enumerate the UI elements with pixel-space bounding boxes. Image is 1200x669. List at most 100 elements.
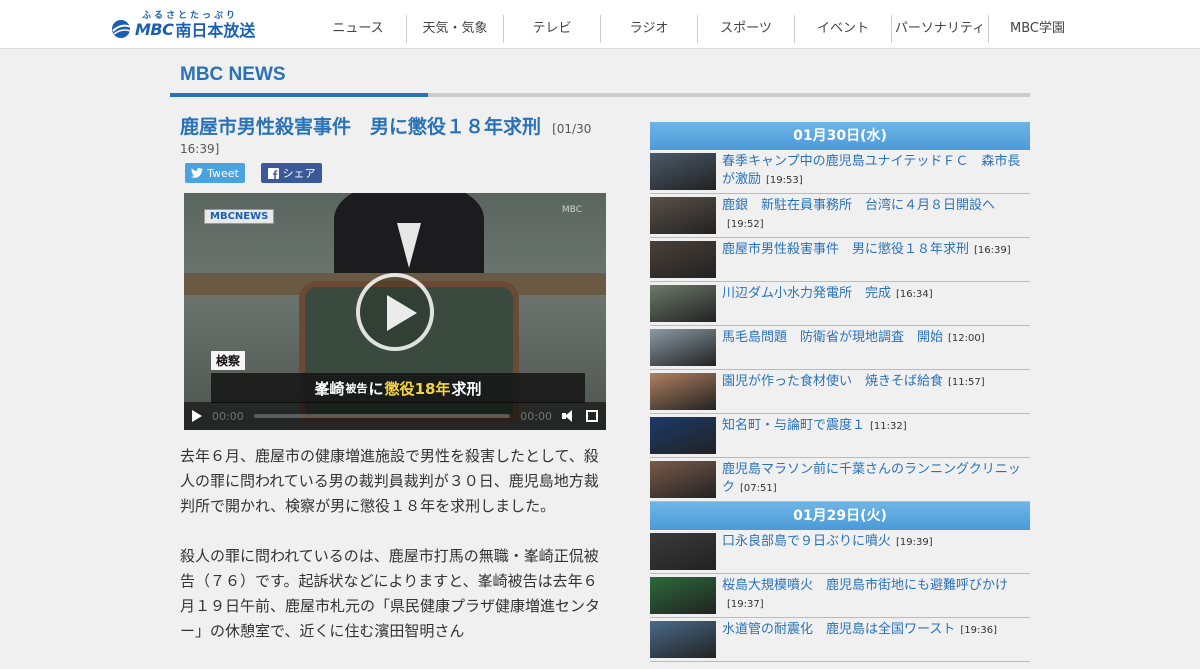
control-play-icon[interactable]	[192, 410, 202, 422]
news-list-item[interactable]: 鹿児島マラソン前に千葉さんのランニングクリニック [07:51]	[650, 458, 1030, 502]
caption-small: 被告	[345, 382, 368, 395]
caption-end: 求刑	[451, 379, 482, 398]
play-icon	[387, 295, 417, 331]
video-current-time: 00:00	[212, 409, 244, 423]
news-list-item[interactable]: 鹿銀 新駐在員事務所 台湾に４月８日開設へ [19:52]	[650, 194, 1030, 238]
nav-personality[interactable]: パーソナリティ	[892, 15, 989, 43]
nav-tv[interactable]: テレビ	[504, 15, 601, 43]
news-title: 馬毛島問題 防衛省が現地調査 開始	[722, 330, 944, 345]
news-time: [11:57]	[948, 377, 985, 388]
caption-mid: に	[368, 379, 384, 398]
news-title-link[interactable]: 鹿児島マラソン前に千葉さんのランニングクリニック [07:51]	[722, 461, 1030, 498]
news-list-item[interactable]: 桜島大規模噴火 鹿児島市街地にも避難呼びかけ [19:37]	[650, 574, 1030, 618]
video-caption-label: 検察	[211, 351, 246, 370]
news-title: 口永良部島で９日ぶりに噴火	[722, 534, 892, 549]
nav-sports[interactable]: スポーツ	[698, 15, 795, 43]
news-time: [16:34]	[896, 289, 933, 300]
news-time: [19:52]	[727, 219, 764, 230]
nav-events[interactable]: イベント	[795, 15, 892, 43]
news-title-link[interactable]: 桜島大規模噴火 鹿児島市街地にも避難呼びかけ [19:37]	[722, 577, 1030, 614]
news-list: 春季キャンプ中の鹿児島ユナイテッドＦＣ 森市長が激励 [19:53] 鹿銀 新駐在員…	[650, 150, 1030, 502]
section-divider	[170, 93, 1030, 97]
news-thumbnail[interactable]	[650, 417, 716, 454]
article-body: 去年６月、鹿屋市の健康増進施設で男性を殺害したとして、殺人の罪に問われている男の…	[180, 444, 604, 669]
news-time: [19:39]	[896, 537, 933, 548]
nav-radio[interactable]: ラジオ	[601, 15, 698, 43]
news-time: [19:37]	[727, 599, 764, 610]
nav-weather[interactable]: 天気・気象	[407, 15, 504, 43]
article-title: 鹿屋市男性殺害事件 男に懲役１８年求刑	[180, 116, 542, 138]
news-time: [19:53]	[766, 175, 803, 186]
news-title: 園児が作った食材使い 焼きそば給食	[722, 374, 944, 389]
news-thumbnail[interactable]	[650, 241, 716, 278]
nav-mbc-school[interactable]: MBC学園	[989, 15, 1086, 43]
news-title-link[interactable]: 知名町・与論町で震度１ [11:32]	[722, 417, 907, 454]
tweet-label: Tweet	[207, 166, 239, 180]
facebook-icon	[267, 167, 279, 179]
video-player[interactable]: MBCNEWS MBC 検察 峯崎 被告 に 懲役18年 求刑 00:00 00…	[184, 193, 606, 430]
news-title-link[interactable]: 春季キャンプ中の鹿児島ユナイテッドＦＣ 森市長が激励 [19:53]	[722, 153, 1030, 190]
news-list-item[interactable]: 水道管の耐震化 鹿児島は全国ワースト [19:36]	[650, 618, 1030, 662]
news-time: [19:36]	[960, 625, 997, 636]
logo-brand: MBC	[135, 19, 174, 39]
news-list-item[interactable]: 鹿屋市男性殺害事件 男に懲役１８年求刑 [16:39]	[650, 238, 1030, 282]
news-title: 知名町・与論町で震度１	[722, 418, 866, 433]
news-title-link[interactable]: 鹿銀 新駐在員事務所 台湾に４月８日開設へ [19:52]	[722, 197, 1030, 234]
article-paragraph: 去年６月、鹿屋市の健康増進施設で男性を殺害したとして、殺人の罪に問われている男の…	[180, 447, 599, 515]
news-thumbnail[interactable]	[650, 621, 716, 658]
news-sidebar: 01月30日(水) 春季キャンプ中の鹿児島ユナイテッドＦＣ 森市長が激励 [19:…	[650, 122, 1030, 662]
news-thumbnail[interactable]	[650, 329, 716, 366]
news-thumbnail[interactable]	[650, 461, 716, 498]
article-header: 鹿屋市男性殺害事件 男に懲役１８年求刑 [01/30 16:39]	[180, 116, 600, 157]
news-title: 桜島大規模噴火 鹿児島市街地にも避難呼びかけ	[722, 578, 1009, 593]
volume-icon[interactable]	[562, 410, 576, 422]
news-list-item[interactable]: 川辺ダム小水力発電所 完成 [16:34]	[650, 282, 1030, 326]
news-title-link[interactable]: 園児が作った食材使い 焼きそば給食 [11:57]	[722, 373, 985, 410]
caption-highlight: 懲役18年	[384, 379, 451, 398]
section-title: MBC NEWS	[180, 64, 286, 85]
news-time: [11:32]	[870, 421, 907, 432]
news-title-link[interactable]: 川辺ダム小水力発電所 完成 [16:34]	[722, 285, 933, 322]
mbc-logo-icon	[112, 20, 132, 38]
news-thumbnail[interactable]	[650, 577, 716, 614]
news-list-item[interactable]: 馬毛島問題 防衛省が現地調査 開始 [12:00]	[650, 326, 1030, 370]
news-list-item[interactable]: 知名町・与論町で震度１ [11:32]	[650, 414, 1030, 458]
news-title-link[interactable]: 水道管の耐震化 鹿児島は全国ワースト [19:36]	[722, 621, 997, 658]
share-label: シェア	[282, 167, 316, 180]
news-list-item[interactable]: 口永良部島で９日ぶりに噴火 [19:39]	[650, 530, 1030, 574]
share-buttons: Tweet シェア	[185, 163, 322, 183]
video-controls: 00:00 00:00	[184, 402, 606, 430]
news-title: 鹿屋市男性殺害事件 男に懲役１８年求刑	[722, 242, 970, 257]
news-thumbnail[interactable]	[650, 153, 716, 190]
news-title: 川辺ダム小水力発電所 完成	[722, 286, 892, 301]
fullscreen-icon[interactable]	[586, 410, 598, 422]
section-divider-accent	[170, 93, 428, 97]
news-thumbnail[interactable]	[650, 533, 716, 570]
news-thumbnail[interactable]	[650, 285, 716, 322]
date-header: 01月30日(水)	[650, 122, 1030, 150]
big-play-button[interactable]	[356, 273, 434, 351]
news-thumbnail[interactable]	[650, 373, 716, 410]
news-time: [07:51]	[740, 483, 777, 494]
news-list-item[interactable]: 春季キャンプ中の鹿児島ユナイテッドＦＣ 森市長が激励 [19:53]	[650, 150, 1030, 194]
logo-name: 南日本放送	[175, 21, 256, 40]
date-header: 01月29日(火)	[650, 502, 1030, 530]
news-time: [16:39]	[974, 245, 1011, 256]
tweet-button[interactable]: Tweet	[185, 163, 245, 183]
news-list: 口永良部島で９日ぶりに噴火 [19:39] 桜島大規模噴火 鹿児島市街地にも避難呼び…	[650, 530, 1030, 662]
facebook-share-button[interactable]: シェア	[261, 163, 322, 183]
news-list-item[interactable]: 園児が作った食材使い 焼きそば給食 [11:57]	[650, 370, 1030, 414]
news-title-link[interactable]: 鹿屋市男性殺害事件 男に懲役１８年求刑 [16:39]	[722, 241, 1011, 278]
nav-news[interactable]: ニュース	[310, 15, 407, 43]
main-nav: ニュース 天気・気象 テレビ ラジオ スポーツ イベント パーソナリティ MBC…	[310, 15, 1086, 43]
news-title-link[interactable]: 口永良部島で９日ぶりに噴火 [19:39]	[722, 533, 933, 570]
news-title: 鹿銀 新駐在員事務所 台湾に４月８日開設へ	[722, 198, 996, 213]
news-thumbnail[interactable]	[650, 197, 716, 234]
site-header: ふるさとたっぷり MBC 南日本放送 ニュース 天気・気象 テレビ ラジオ スポ…	[0, 0, 1200, 49]
news-time: [12:00]	[948, 333, 985, 344]
twitter-icon	[191, 168, 204, 178]
news-title-link[interactable]: 馬毛島問題 防衛省が現地調査 開始 [12:00]	[722, 329, 985, 366]
article-paragraph: 殺人の罪に問われているのは、鹿屋市打馬の無職・峯崎正侃被告（７６）です。起訴状な…	[180, 547, 601, 640]
logo-main: MBC 南日本放送	[110, 17, 255, 41]
video-progress-bar[interactable]	[253, 414, 511, 418]
